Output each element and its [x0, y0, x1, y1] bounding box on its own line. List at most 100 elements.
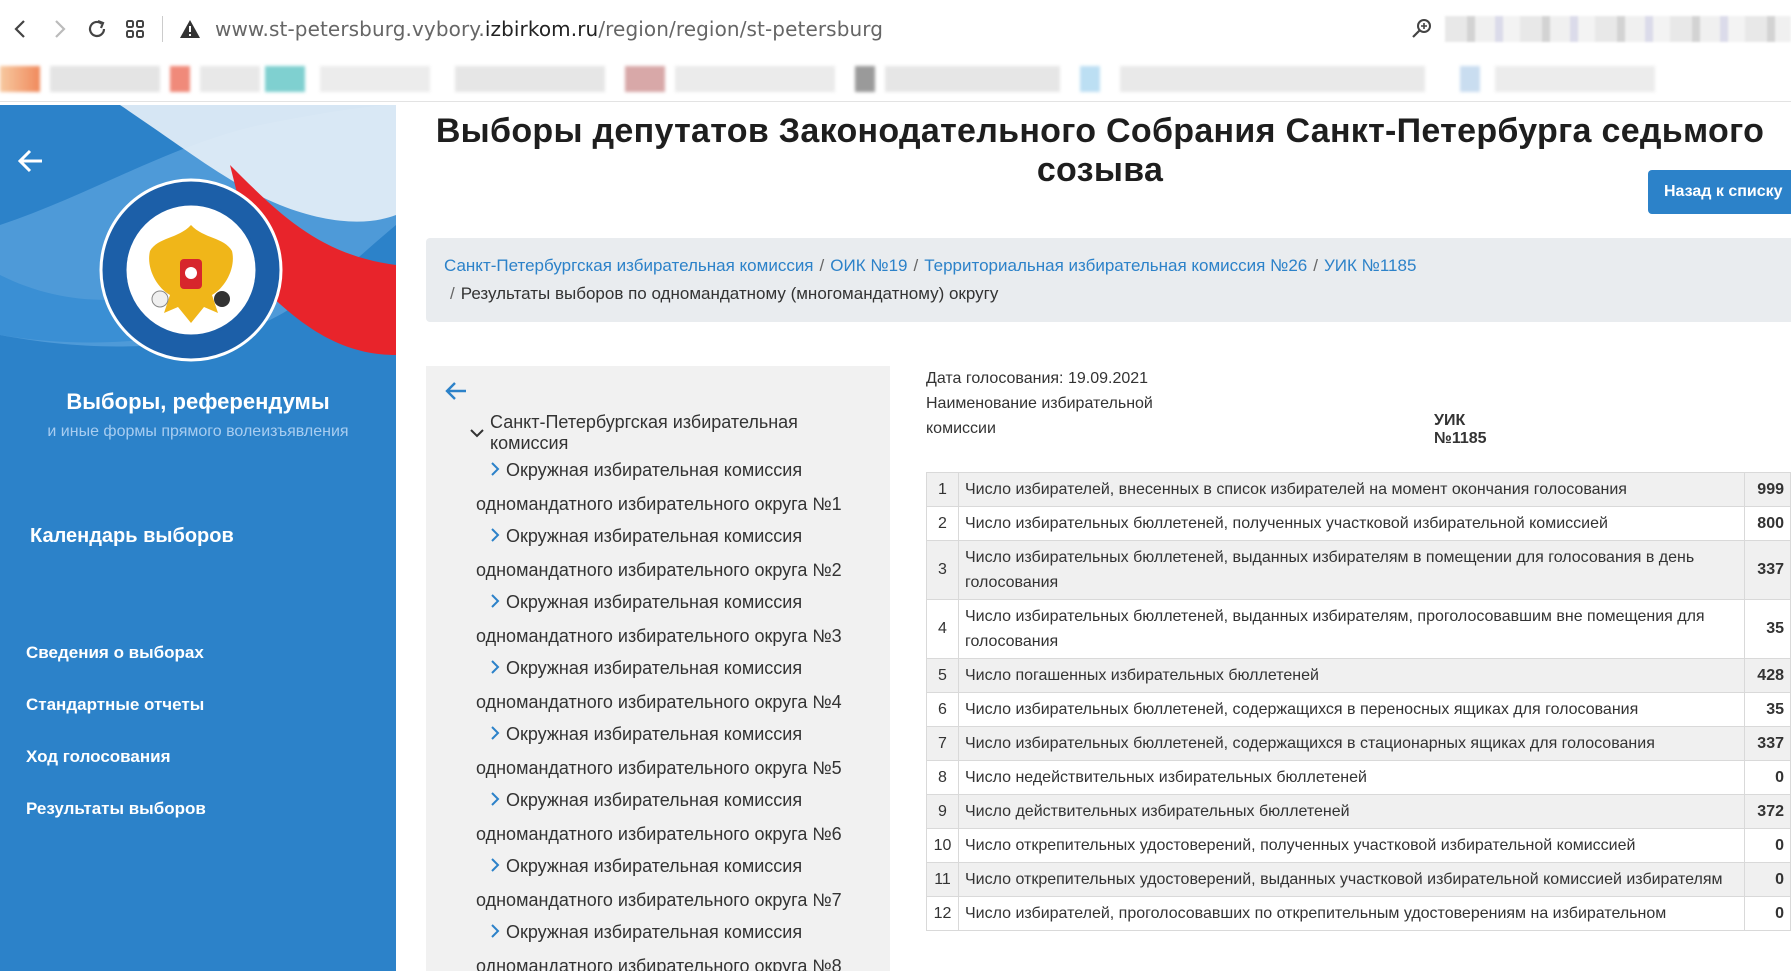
tree-item-line1: Окружная избирательная комиссия — [506, 856, 803, 876]
tree-item[interactable]: Окружная избирательная комиссия одноманда… — [476, 916, 880, 971]
table-row: 1 Число избирателей, внесенных в список и… — [926, 472, 1791, 507]
tree-item[interactable]: Окружная избирательная комиссия одноманда… — [476, 652, 880, 718]
blurred-bookmark — [50, 66, 160, 92]
blurred-bookmark — [1495, 66, 1655, 92]
row-number: 5 — [926, 658, 959, 693]
commission-tree: Санкт-Петербургская избирательная комисс… — [426, 366, 890, 971]
tree-item[interactable]: Окружная избирательная комиссия одноманда… — [476, 520, 880, 586]
tree-item-line1: Окружная избирательная комиссия — [506, 460, 803, 480]
row-label: Число избирательных бюллетеней, выданных… — [958, 599, 1745, 659]
row-value: 0 — [1744, 862, 1791, 897]
table-row: 11 Число открепительных удостоверений, вы… — [926, 862, 1791, 897]
table-row: 10 Число открепительных удостоверений, по… — [926, 828, 1791, 863]
row-label: Число действительных избирательных бюлле… — [958, 794, 1745, 829]
tree-item-line2: одномандатного избирательного округа №2 — [476, 560, 842, 580]
row-number: 2 — [926, 506, 959, 541]
reload-icon[interactable] — [80, 12, 114, 46]
blurred-bookmark — [320, 66, 430, 92]
commission-name-value: УИК №1185 — [1434, 412, 1487, 447]
tree-item[interactable]: Окружная избирательная комиссия одноманда… — [476, 850, 880, 916]
row-number: 4 — [926, 599, 959, 659]
tree-root-node[interactable]: Санкт-Петербургская избирательная комисс… — [470, 412, 880, 454]
tree-item-line2: одномандатного избирательного округа №3 — [476, 626, 842, 646]
blurred-bookmark — [675, 66, 835, 92]
row-number: 12 — [926, 896, 959, 931]
tree-item[interactable]: Окружная избирательная комиссия одноманда… — [476, 718, 880, 784]
chevron-right-icon — [490, 528, 500, 546]
table-row: 9 Число действительных избирательных бюлл… — [926, 794, 1791, 829]
sidebar-item-standard-reports[interactable]: Стандартные отчеты — [26, 695, 206, 747]
sidebar-item-election-info[interactable]: Сведения о выборах — [26, 643, 206, 695]
row-label: Число погашенных избирательных бюллетене… — [958, 658, 1745, 693]
calendar-link[interactable]: Календарь выборов — [30, 525, 234, 548]
address-bar[interactable]: www.st-petersburg.vybory.izbirkom.ru/reg… — [215, 17, 883, 41]
table-row: 3 Число избирательных бюллетеней, выданны… — [926, 540, 1791, 600]
sidebar-item-election-results[interactable]: Результаты выборов — [26, 799, 206, 851]
breadcrumb-separator: / — [913, 256, 919, 275]
table-row: 2 Число избирательных бюллетеней, получен… — [926, 506, 1791, 541]
voting-date-row: Дата голосования: 19.09.2021 — [926, 366, 1176, 391]
tree-item-line2: одномандатного избирательного округа №8 — [476, 956, 842, 971]
row-label: Число избирательных бюллетеней, содержащ… — [958, 692, 1745, 727]
breadcrumb: Санкт-Петербургская избирательная комисс… — [426, 238, 1791, 322]
site-title: Выборы, референдумы — [66, 389, 330, 414]
tree-item-line1: Окружная избирательная комиссия — [506, 922, 803, 942]
tree-item[interactable]: Окружная избирательная комиссия одноманда… — [476, 586, 880, 652]
table-row: 6 Число избирательных бюллетеней, содержа… — [926, 692, 1791, 727]
blurred-bookmark — [625, 66, 665, 92]
row-value: 800 — [1744, 506, 1791, 541]
apps-grid-icon[interactable] — [118, 12, 152, 46]
tree-item-line2: одномандатного избирательного округа №6 — [476, 824, 842, 844]
sidebar: Выборы, референдумы и иные формы прямого… — [0, 105, 396, 971]
row-value: 35 — [1744, 692, 1791, 727]
row-label: Число недействительных избирательных бюл… — [958, 760, 1745, 795]
blurred-bookmark — [170, 66, 190, 92]
blurred-bookmark — [885, 66, 1060, 92]
breadcrumb-link[interactable]: УИК №1185 — [1324, 256, 1416, 275]
table-row: 4 Число избирательных бюллетеней, выданны… — [926, 599, 1791, 659]
chevron-right-icon — [490, 924, 500, 942]
tree-item-line2: одномандатного избирательного округа №7 — [476, 890, 842, 910]
blurred-bookmark — [855, 66, 875, 92]
zoom-search-icon[interactable] — [1410, 16, 1436, 42]
breadcrumb-link[interactable]: Территориальная избирательная комиссия №… — [924, 256, 1307, 275]
row-value: 337 — [1744, 726, 1791, 761]
collapse-back-arrow-icon[interactable] — [16, 147, 44, 181]
sidebar-item-voting-progress[interactable]: Ход голосования — [26, 747, 206, 799]
blurred-bookmark — [1080, 66, 1100, 92]
breadcrumb-link[interactable]: ОИК №19 — [830, 256, 907, 275]
chevron-right-icon — [490, 726, 500, 744]
url-domain: izbirkom.ru — [484, 17, 599, 41]
blurred-bookmark — [1120, 66, 1425, 92]
row-number: 1 — [926, 472, 959, 507]
table-row: 12 Число избирателей, проголосовавших по … — [926, 896, 1791, 931]
row-value: 428 — [1744, 658, 1791, 693]
sidebar-menu: Сведения о выборах Стандартные отчеты Хо… — [26, 643, 206, 851]
chevron-down-icon — [470, 425, 484, 441]
back-nav-icon[interactable] — [4, 12, 38, 46]
chevron-right-icon — [490, 792, 500, 810]
bookmarks-bar — [0, 58, 1791, 102]
tree-root-label: Санкт-Петербургская избирательная комисс… — [490, 412, 798, 453]
cik-emblem-logo — [98, 177, 284, 363]
breadcrumb-separator: / — [819, 256, 825, 275]
row-label: Число избирательных бюллетеней, выданных… — [958, 540, 1745, 600]
tree-item[interactable]: Окружная избирательная комиссия одноманда… — [476, 454, 880, 520]
tree-back-arrow-icon[interactable] — [444, 380, 880, 406]
row-number: 9 — [926, 794, 959, 829]
forward-nav-icon[interactable] — [42, 12, 76, 46]
row-number: 11 — [926, 862, 959, 897]
toolbar-divider — [162, 16, 163, 42]
not-secure-warning-icon[interactable] — [177, 16, 203, 42]
breadcrumb-link[interactable]: Санкт-Петербургская избирательная комисс… — [444, 256, 814, 275]
blurred-bookmark — [0, 66, 40, 92]
row-value: 0 — [1744, 896, 1791, 931]
blurred-bookmark — [455, 66, 605, 92]
commission-name-label: Наименование избирательной комиссии — [926, 395, 1153, 437]
blurred-bookmark — [1460, 66, 1480, 92]
table-row: 7 Число избирательных бюллетеней, содержа… — [926, 726, 1791, 761]
row-label: Число открепительных удостоверений, выда… — [958, 862, 1745, 897]
tree-item[interactable]: Окружная избирательная комиссия одноманда… — [476, 784, 880, 850]
tree-item-line1: Окружная избирательная комиссия — [506, 724, 803, 744]
back-to-list-button[interactable]: Назад к списку — [1648, 170, 1791, 214]
